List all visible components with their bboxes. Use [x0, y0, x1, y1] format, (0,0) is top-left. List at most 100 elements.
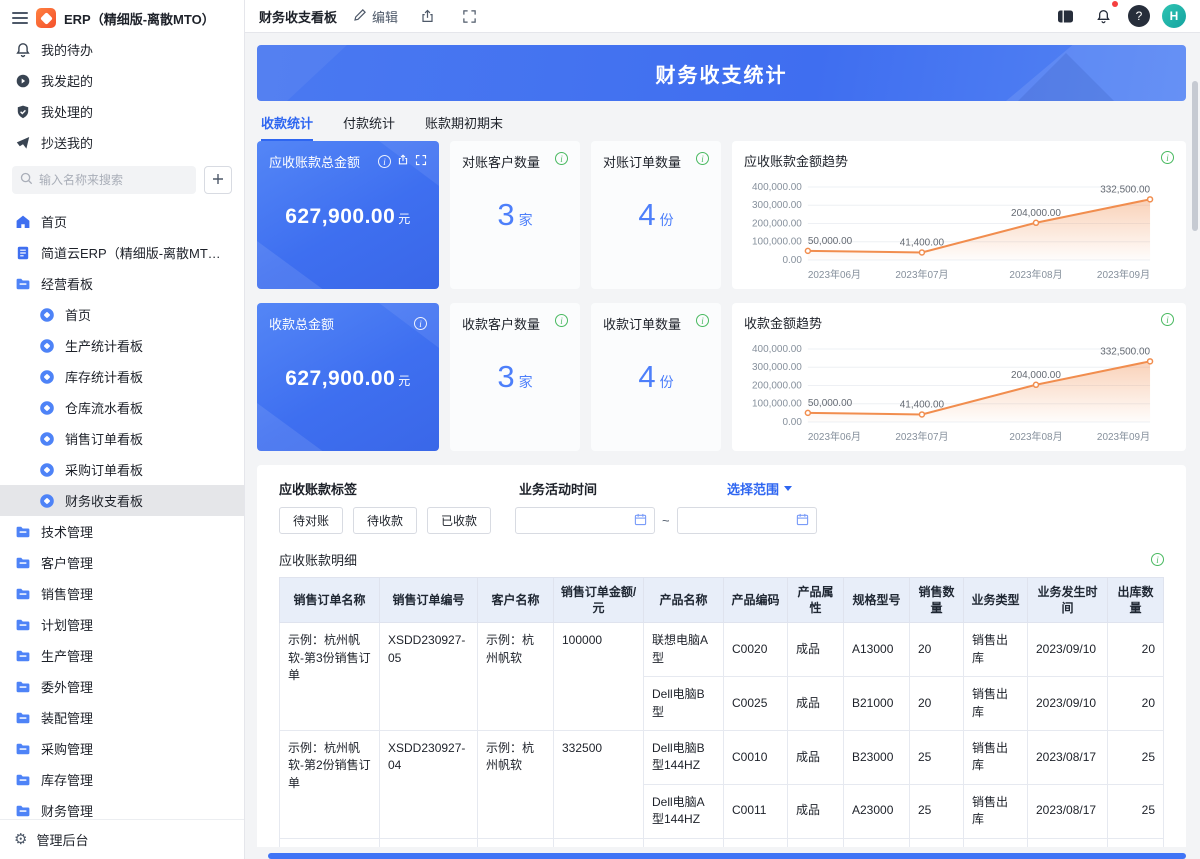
cell-attr: 成品	[788, 623, 844, 677]
share-icon[interactable]	[397, 154, 409, 169]
sidebar-search-row	[0, 158, 244, 204]
sidebar-item-label: 生产统计看板	[65, 336, 143, 355]
cell-out-qty: 25	[1108, 730, 1164, 784]
svg-text:2023年07月: 2023年07月	[895, 268, 948, 281]
sidebar-item-my-todo[interactable]: 我的待办	[0, 34, 244, 65]
date-start-field[interactable]	[523, 514, 634, 528]
svg-text:50,000.00: 50,000.00	[808, 236, 853, 247]
date-start-input[interactable]	[515, 507, 655, 534]
plus-icon	[212, 172, 224, 189]
help-button[interactable]: ?	[1128, 5, 1150, 27]
sidebar-item-my-handled[interactable]: 我处理的	[0, 96, 244, 127]
sidebar-item-label: 抄送我的	[41, 133, 93, 152]
table-row: 示例：杭州帆软-第2份销售订单 XSDD230927-04 示例：杭州帆软 33…	[280, 730, 1164, 784]
cell-spec: B21000	[844, 677, 910, 731]
add-button[interactable]	[204, 166, 232, 194]
sidebar-item-board-warehouse-flow[interactable]: 仓库流水看板	[0, 392, 244, 423]
menu-toggle-icon[interactable]	[12, 12, 28, 24]
sidebar-item-cc-to-me[interactable]: 抄送我的	[0, 127, 244, 158]
edit-button[interactable]: 编辑	[353, 7, 398, 26]
tag-received-button[interactable]: 已收款	[427, 507, 491, 534]
table-header-row: 销售订单名称 销售订单编号 客户名称 销售订单金额/元 产品名称 产品编码 产品…	[280, 578, 1164, 623]
admin-console-link[interactable]: ⚙ 管理后台	[0, 819, 244, 859]
select-range-link[interactable]: 选择范围	[727, 479, 792, 498]
tag-pending-reconcile-button[interactable]: 待对账	[279, 507, 343, 534]
sidebar-item-board-purchase-orders[interactable]: 采购订单看板	[0, 454, 244, 485]
detail-panel: 应收账款标签 业务活动时间 选择范围 待对账 待收款 已收款	[257, 465, 1186, 847]
search-box[interactable]	[12, 166, 196, 194]
sidebar-item-board-production[interactable]: 生产统计看板	[0, 330, 244, 361]
table-horizontal-scrollbar[interactable]	[268, 853, 1186, 859]
date-end-field[interactable]	[685, 514, 796, 528]
tab-payment-stats[interactable]: 付款统计	[343, 113, 395, 141]
stat-row-receipt: 收款总金额 i 627,900.00元 收款客户数量 i 3家 收款订单数量 i	[257, 303, 1186, 451]
sidebar-folder-customer[interactable]: 客户管理	[0, 547, 244, 578]
info-icon[interactable]: i	[1161, 313, 1174, 326]
cell-product: Dell电脑B型	[644, 677, 724, 731]
sidebar-item-board-home[interactable]: 首页	[0, 299, 244, 330]
cell-qty: 25	[910, 730, 964, 784]
info-icon[interactable]: i	[414, 317, 427, 330]
info-icon[interactable]: i	[696, 152, 709, 165]
sidebar-header: ERP（精细版-离散MTO）	[0, 0, 244, 34]
sidebar-item-my-initiated[interactable]: 我发起的	[0, 65, 244, 96]
svg-text:400,000.00: 400,000.00	[752, 344, 802, 355]
info-icon[interactable]: i	[696, 314, 709, 327]
expand-icon[interactable]	[415, 154, 427, 169]
sidebar-folder-assembly[interactable]: 装配管理	[0, 702, 244, 733]
cell-attr: 成品	[788, 784, 844, 838]
tag-pending-receipt-button[interactable]: 待收款	[353, 507, 417, 534]
sidebar-folder-finance[interactable]: 财务管理	[0, 795, 244, 819]
notifications-button[interactable]	[1090, 3, 1116, 29]
folder-icon	[14, 771, 31, 788]
sidebar-folder-tech[interactable]: 技术管理	[0, 516, 244, 547]
sidebar-folder-purchasing[interactable]: 采购管理	[0, 733, 244, 764]
avatar[interactable]: H	[1162, 4, 1186, 28]
sidebar-item-board-finance[interactable]: 财务收支看板	[0, 485, 244, 516]
panel-toggle-icon[interactable]	[1052, 3, 1078, 29]
info-icon[interactable]: i	[555, 152, 568, 165]
paper-plane-icon	[14, 134, 31, 151]
sidebar-item-label: 装配管理	[41, 708, 93, 727]
svg-text:332,500.00: 332,500.00	[1100, 184, 1150, 195]
sidebar-item-board-sales-orders[interactable]: 销售订单看板	[0, 423, 244, 454]
column-header: 业务类型	[964, 578, 1028, 623]
sidebar-folder-planning[interactable]: 计划管理	[0, 609, 244, 640]
cell-order-no: XSDD230927-04	[380, 730, 478, 838]
card-unit: 家	[519, 212, 533, 228]
share-button[interactable]	[414, 3, 440, 29]
date-end-input[interactable]	[677, 507, 817, 534]
column-header: 业务发生时间	[1028, 578, 1108, 623]
card-value: 627,900.00	[285, 367, 395, 390]
svg-text:0.00: 0.00	[782, 255, 802, 266]
info-icon[interactable]: i	[555, 314, 568, 327]
app-title: ERP（精细版-离散MTO）	[64, 9, 215, 28]
line-chart: 0.00100,000.00200,000.00300,000.00400,00…	[744, 334, 1174, 446]
sidebar-folder-sales[interactable]: 销售管理	[0, 578, 244, 609]
sidebar-item-board-inventory[interactable]: 库存统计看板	[0, 361, 244, 392]
cell-qty: 20	[910, 623, 964, 677]
tab-receipt-stats[interactable]: 收款统计	[261, 113, 313, 141]
cell-biz-type: 销售出库	[964, 838, 1028, 847]
sidebar-folder-production[interactable]: 生产管理	[0, 640, 244, 671]
tab-period-balance[interactable]: 账款期初期末	[425, 113, 503, 141]
document-icon	[14, 244, 31, 261]
sidebar-item-erp-app[interactable]: 简道云ERP（精细版-离散MTO）「...	[0, 237, 244, 268]
sidebar-folder-inventory[interactable]: 库存管理	[0, 764, 244, 795]
info-icon[interactable]: i	[1161, 151, 1174, 164]
gear-icon: ⚙	[14, 832, 27, 847]
info-icon[interactable]: i	[378, 155, 391, 168]
info-icon[interactable]: i	[1151, 553, 1164, 566]
column-header: 销售订单编号	[380, 578, 478, 623]
content-vertical-scrollbar[interactable]	[1192, 81, 1198, 231]
sidebar-folder-outsourcing[interactable]: 委外管理	[0, 671, 244, 702]
svg-text:2023年09月: 2023年09月	[1097, 430, 1150, 443]
fullscreen-button[interactable]	[456, 3, 482, 29]
search-input[interactable]	[39, 173, 188, 187]
svg-text:2023年07月: 2023年07月	[895, 430, 948, 443]
card-unit: 份	[660, 212, 674, 228]
svg-text:332,500.00: 332,500.00	[1100, 346, 1150, 357]
cell-qty: 20	[910, 677, 964, 731]
sidebar-group-boards[interactable]: 经营看板	[0, 268, 244, 299]
sidebar-item-home[interactable]: 首页	[0, 206, 244, 237]
